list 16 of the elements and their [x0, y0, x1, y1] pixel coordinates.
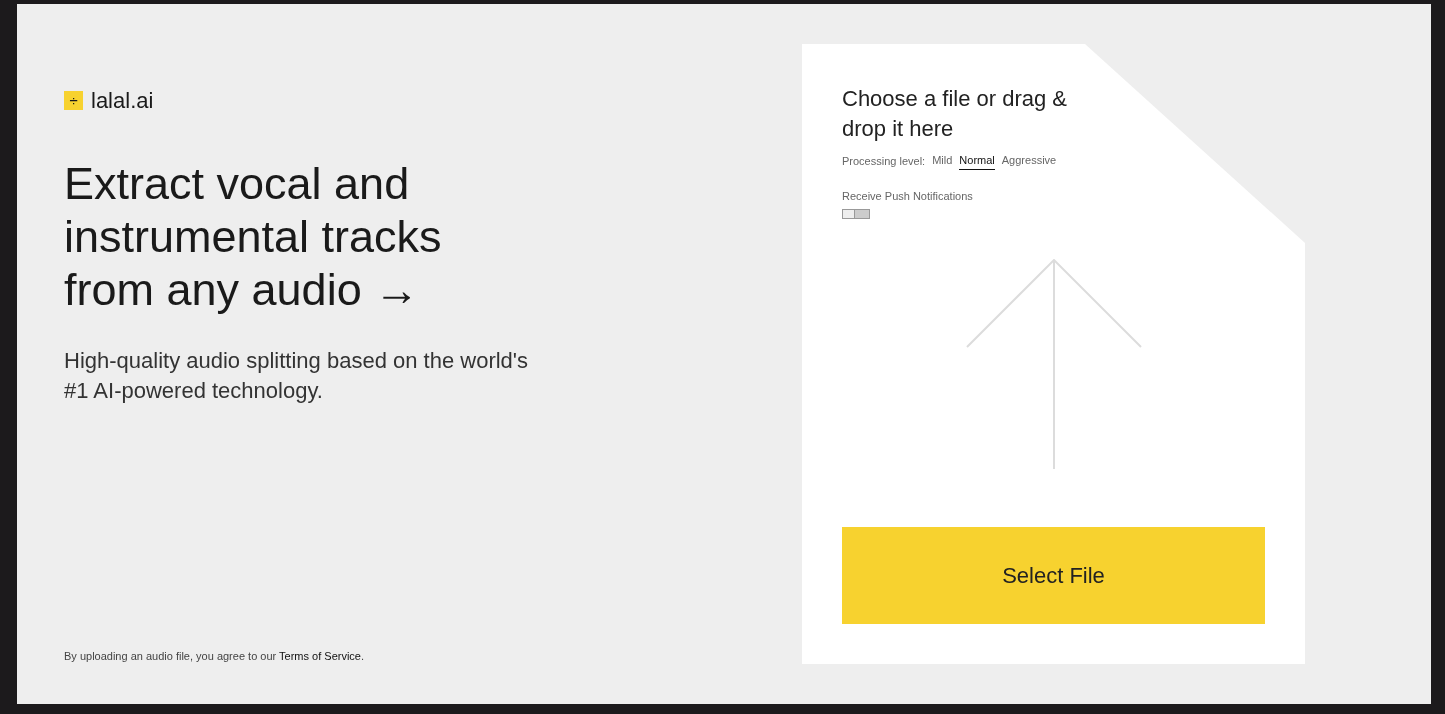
- level-option[interactable]: Normal: [959, 152, 995, 170]
- headline: Extract vocal and instrumental tracks from any audio →: [64, 157, 443, 316]
- level-option[interactable]: Mild: [932, 152, 953, 170]
- subtitle: High-quality audio splitting based on the world's #1 AI-powered technology.: [64, 347, 530, 405]
- level-option[interactable]: Aggressive: [1001, 152, 1057, 170]
- push-label: Receive Push Notifications: [842, 188, 974, 204]
- push-toggle[interactable]: [842, 209, 870, 219]
- upload-arrow-icon: [965, 259, 1142, 469]
- processing-label: Processing level:: [842, 153, 926, 169]
- select-file-button[interactable]: Select File: [842, 527, 1265, 624]
- upload-title: Choose a file or drag & drop it here: [842, 85, 1069, 143]
- legal-notice: By uploading an audio file, you agree to our Terms of Service.: [64, 648, 366, 664]
- logo-mark: ÷: [64, 91, 83, 110]
- logo-text: lalal.ai: [91, 87, 154, 115]
- terms-link[interactable]: Terms of Service: [279, 649, 361, 662]
- upload-card[interactable]: Choose a file or drag & drop it here Processing level: Mild Normal Aggressive Receive Push Notifications Select File: [802, 44, 1305, 664]
